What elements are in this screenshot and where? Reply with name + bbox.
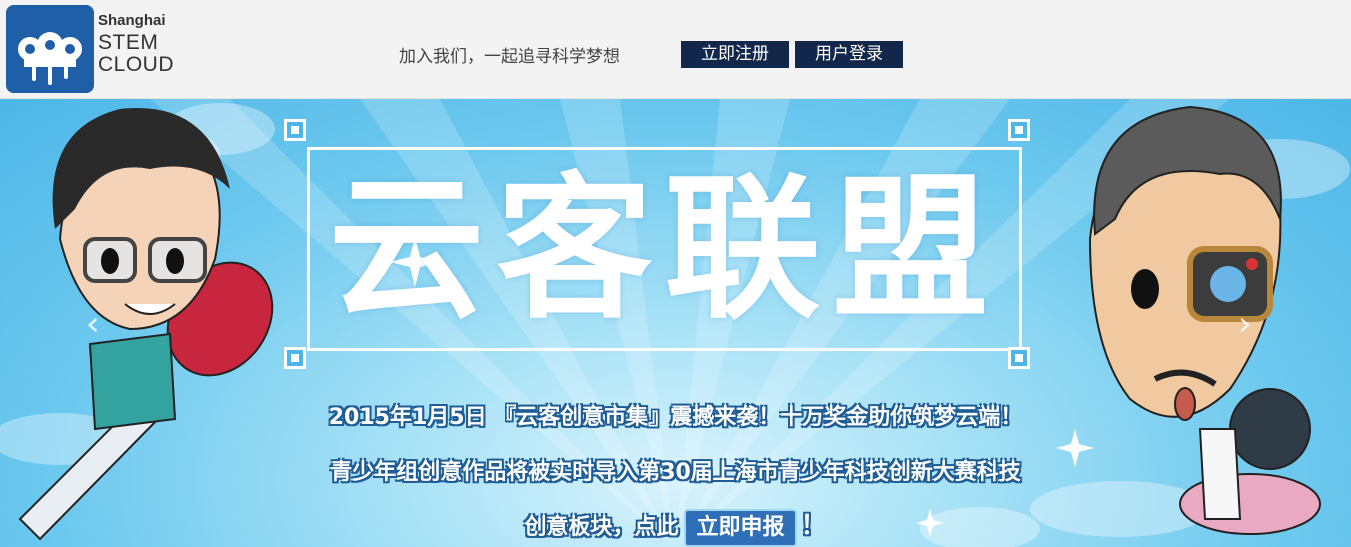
brand-small-text: Shanghai xyxy=(98,12,166,29)
stem-cloud-logo-icon[interactable] xyxy=(6,5,94,93)
hero-banner[interactable]: 云客联盟 2015年1月5日 『云客创意市集』震撼来袭！十万奖金助你筑梦云端！ … xyxy=(0,99,1351,547)
banner-text-line-1: 2015年1月5日 『云客创意市集』震撼来袭！十万奖金助你筑梦云端！ xyxy=(328,405,1023,430)
report-now-button[interactable]: 立即申报 xyxy=(684,509,797,547)
brand-line-cloud: CLOUD xyxy=(98,53,175,76)
chevron-right-icon[interactable]: › xyxy=(1238,304,1252,344)
banner-title: 云客联盟 xyxy=(328,158,1001,340)
brand-name[interactable]: Shanghai STEM CLOUD xyxy=(98,12,174,76)
frame-corner-decoration xyxy=(284,119,306,141)
banner-text-line-3: 创意板块，点此 立即申报！ xyxy=(0,505,1351,547)
header-slogan: 加入我们，一起追寻科学梦想 xyxy=(399,47,620,67)
top-header: Shanghai STEM CLOUD 加入我们，一起追寻科学梦想 立即注册 用… xyxy=(0,0,1351,99)
banner-text-line-2: 青少年组创意作品将被实时导入第30届上海市青少年科技创新大赛科技 xyxy=(330,460,1021,485)
frame-corner-decoration xyxy=(284,347,306,369)
chevron-left-icon[interactable]: ‹ xyxy=(86,304,100,344)
banner-text-line-3-prefix: 创意板块，点此 xyxy=(524,515,679,540)
brand-line-stem: STEM xyxy=(98,31,159,54)
banner-text-line-3-suffix: ！ xyxy=(800,511,827,541)
frame-corner-decoration xyxy=(1008,119,1030,141)
register-button[interactable]: 立即注册 xyxy=(681,41,789,68)
login-button[interactable]: 用户登录 xyxy=(795,41,903,68)
